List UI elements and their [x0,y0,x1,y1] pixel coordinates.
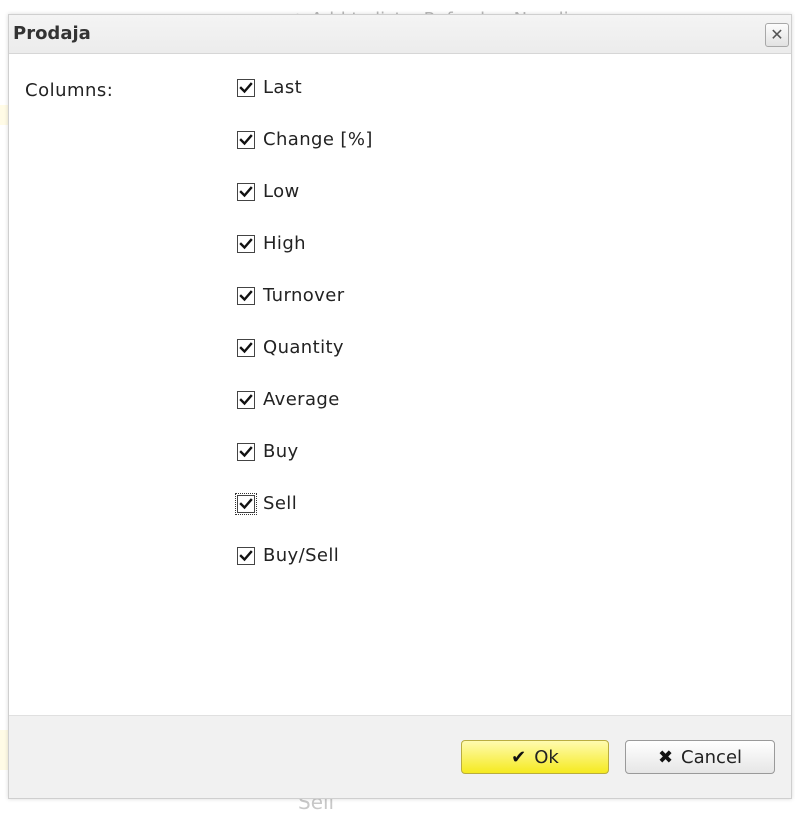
column-checkbox[interactable] [237,287,255,305]
checkmark-icon [239,394,253,406]
column-option[interactable]: Buy [237,441,373,493]
x-icon: ✖ [657,746,674,768]
dialog-header: Prodaja ✕ [9,15,791,54]
column-option-label: Low [263,181,300,202]
column-option[interactable]: Average [237,389,373,441]
checkmark-icon [239,550,253,562]
columns-label: Columns: [25,80,114,101]
column-checkbox[interactable] [237,443,255,461]
checkmark-icon [239,238,253,250]
column-option-label: High [263,233,306,254]
ok-button-label: Ok [534,746,559,768]
checkmark-icon [239,134,253,146]
column-option-label: Change [%] [263,129,373,150]
column-option-label: Quantity [263,337,344,358]
columns-dialog: Prodaja ✕ Columns: Last Change [%] Low High… [8,14,792,799]
column-checkbox[interactable] [235,493,257,515]
cancel-button[interactable]: ✖ Cancel [625,740,775,774]
column-option-label: Sell [263,493,298,514]
column-option[interactable]: Sell [235,493,373,545]
column-checkbox[interactable] [237,79,255,97]
checkmark-icon [239,498,253,510]
dialog-footer: ✔ Ok ✖ Cancel [9,715,791,798]
cancel-button-label: Cancel [681,746,743,768]
column-option-label: Turnover [263,285,345,306]
column-checkbox[interactable] [237,183,255,201]
column-option[interactable]: Low [237,181,373,233]
close-icon: ✕ [770,25,784,44]
column-option[interactable]: Quantity [237,337,373,389]
column-option-label: Buy [263,441,299,462]
column-checkbox[interactable] [237,547,255,565]
column-checkbox[interactable] [237,131,255,149]
column-option[interactable]: High [237,233,373,285]
column-option-label: Last [263,77,303,98]
dialog-title: Prodaja [13,23,91,44]
ok-button[interactable]: ✔ Ok [461,740,609,774]
checkmark-icon [239,342,253,354]
column-option-label: Buy/Sell [263,545,340,566]
column-option[interactable]: Last [237,77,373,129]
column-checkbox[interactable] [237,391,255,409]
columns-list: Last Change [%] Low High Turnover Quantity Ave… [235,77,373,597]
checkmark-icon [239,290,253,302]
column-option[interactable]: Change [%] [237,129,373,181]
check-icon: ✔ [511,746,527,768]
checkmark-icon [239,82,253,94]
column-checkbox[interactable] [237,235,255,253]
column-option-label: Average [263,389,340,410]
column-option[interactable]: Buy/Sell [237,545,373,597]
column-checkbox[interactable] [237,339,255,357]
close-button[interactable]: ✕ [765,23,789,47]
checkmark-icon [239,186,253,198]
dialog-body: Columns: Last Change [%] Low High Turnover Qu… [9,54,791,716]
column-option[interactable]: Turnover [237,285,373,337]
checkmark-icon [239,446,253,458]
